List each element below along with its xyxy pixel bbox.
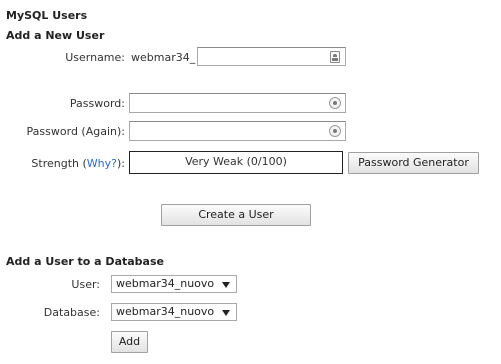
strength-label: Strength (Why?): — [0, 157, 125, 170]
password-generator-button[interactable]: Password Generator — [348, 152, 479, 174]
database-select[interactable]: webmar34_nuovo — [111, 303, 237, 321]
create-user-button[interactable]: Create a User — [161, 204, 311, 226]
password-again-reveal-icon[interactable] — [329, 125, 341, 137]
database-select-value: webmar34_nuovo — [116, 305, 215, 318]
strength-meter: Very Weak (0/100) — [129, 151, 343, 174]
add-to-db-heading: Add a User to a Database — [6, 255, 164, 268]
password-again-label: Password (Again): — [26, 125, 125, 138]
database-label: Database: — [43, 306, 100, 319]
page-title: MySQL Users — [6, 9, 88, 22]
user-label: User: — [71, 278, 100, 291]
strength-label-suffix: ): — [117, 157, 125, 170]
user-select-value: webmar34_nuovo — [116, 277, 215, 290]
add-user-heading: Add a New User — [6, 29, 105, 42]
strength-label-text: Strength ( — [31, 157, 87, 170]
username-prefix: webmar34_ — [131, 51, 196, 64]
chevron-down-icon — [222, 310, 230, 316]
user-select[interactable]: webmar34_nuovo — [111, 275, 237, 293]
contact-card-icon[interactable] — [330, 51, 340, 63]
username-label: Username: — [65, 51, 125, 64]
password-again-input[interactable] — [129, 121, 346, 141]
username-input[interactable] — [197, 47, 346, 66]
strength-why-link[interactable]: Why? — [87, 157, 117, 170]
username-input-value — [198, 49, 202, 62]
add-button[interactable]: Add — [111, 331, 148, 353]
password-label: Password: — [69, 97, 125, 110]
password-reveal-icon[interactable] — [329, 97, 341, 109]
chevron-down-icon — [222, 282, 230, 288]
password-input[interactable] — [129, 93, 346, 113]
